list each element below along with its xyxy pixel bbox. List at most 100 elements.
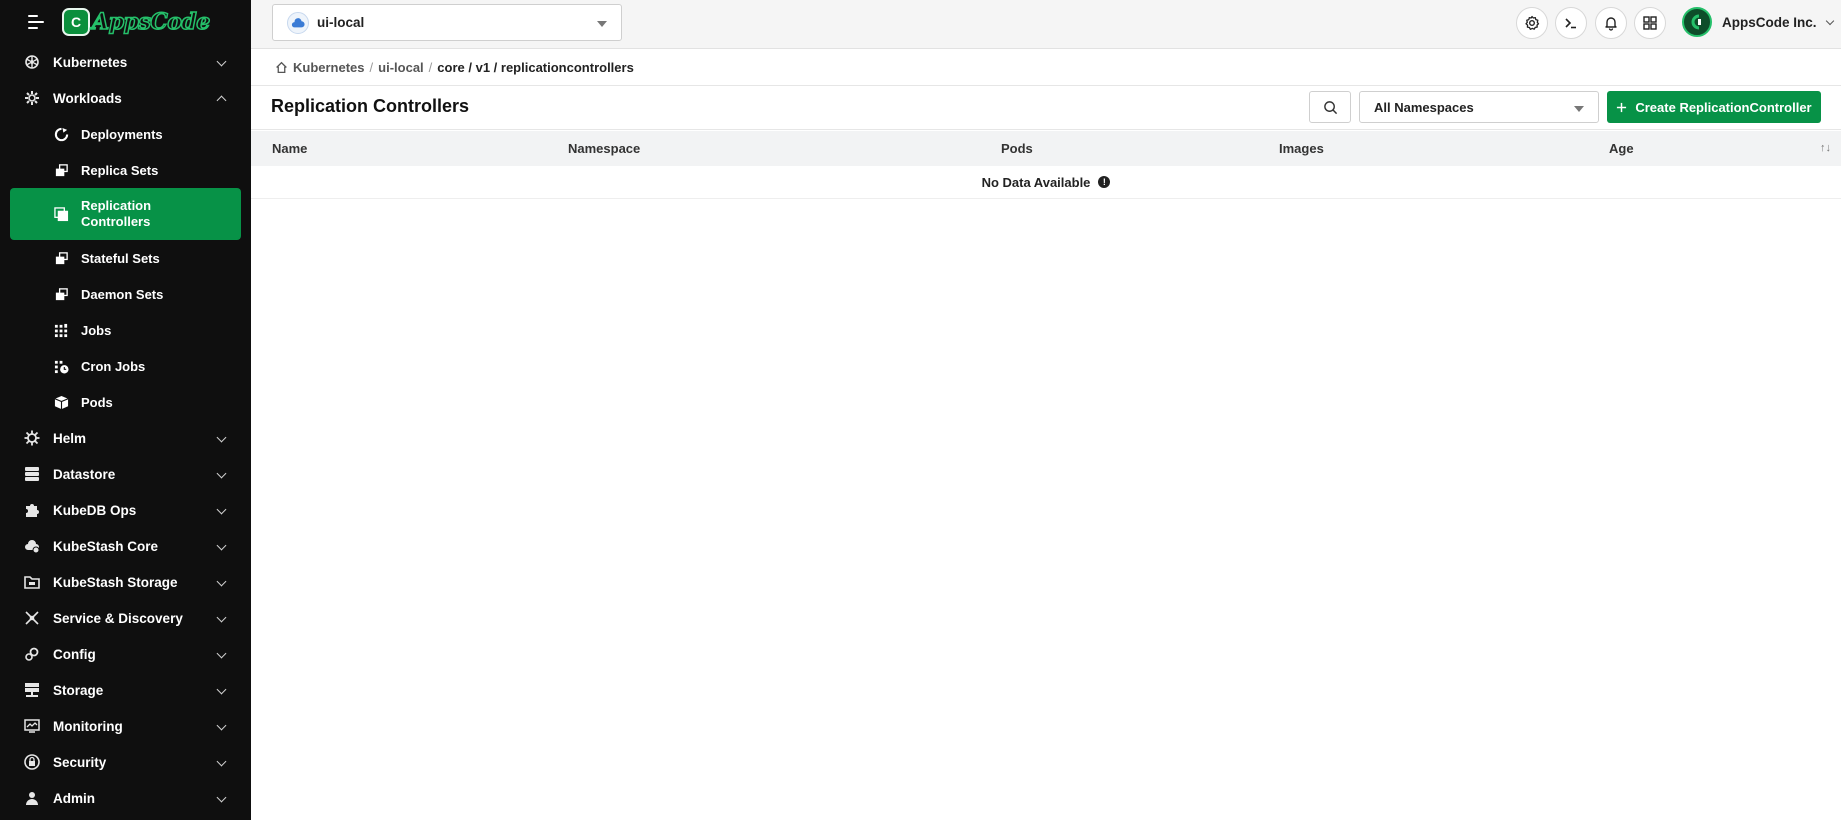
sidebar-group-helm[interactable]: Helm	[0, 420, 251, 456]
helm-icon	[24, 430, 40, 446]
breadcrumb-kubernetes[interactable]: Kubernetes	[293, 60, 365, 75]
caret-down-icon	[597, 21, 607, 27]
sidebar-group-monitoring[interactable]: Monitoring	[0, 708, 251, 744]
notifications-button[interactable]	[1595, 7, 1627, 39]
namespace-select-value: All Namespaces	[1374, 99, 1474, 115]
search-icon	[1323, 100, 1337, 114]
sidebar-group-label: Workloads	[53, 90, 122, 106]
folder-icon	[24, 574, 40, 590]
datastore-icon	[24, 466, 40, 482]
sidebar-group-label: Datastore	[53, 466, 116, 482]
chevron-down-icon	[216, 720, 227, 731]
sidebar-item-daemon-sets[interactable]: Daemon Sets	[0, 276, 251, 312]
breadcrumb-current: core / v1 / replicationcontrollers	[437, 59, 634, 75]
terminal-button[interactable]	[1555, 7, 1587, 39]
sidebar-group-service-discovery[interactable]: Service & Discovery	[0, 600, 251, 636]
chevron-down-icon	[216, 684, 227, 695]
sidebar-group-label: Config	[53, 646, 96, 662]
home-icon[interactable]	[275, 61, 288, 74]
namespace-select[interactable]: All Namespaces	[1359, 91, 1599, 123]
sidebar-item-jobs[interactable]: Jobs	[0, 312, 251, 348]
storage-icon	[24, 682, 40, 698]
chevron-down-icon	[216, 432, 227, 443]
bell-icon	[1605, 17, 1617, 31]
settings-button[interactable]	[1516, 7, 1548, 39]
sidebar-item-pods[interactable]: Pods	[0, 384, 251, 420]
column-header-pods[interactable]: Pods	[1001, 141, 1033, 156]
statefulset-icon	[53, 250, 69, 266]
jobs-icon	[53, 322, 69, 338]
cluster-selector[interactable]: ui-local	[272, 4, 622, 41]
pods-icon	[53, 394, 69, 410]
column-header-namespace[interactable]: Namespace	[568, 141, 640, 156]
chevron-down-icon	[216, 540, 227, 551]
sidebar-item-cron-jobs[interactable]: Cron Jobs	[0, 348, 251, 384]
sidebar-group-label: Admin	[53, 790, 95, 806]
sidebar: C AppsCode Kubernetes Workloads Deployme…	[0, 0, 251, 820]
create-replicationcontroller-button[interactable]: Create ReplicationController	[1607, 91, 1821, 123]
chevron-down-icon	[216, 792, 227, 803]
breadcrumb: Kubernetes / ui-local / core / v1 / repl…	[251, 49, 1841, 86]
sidebar-group-label: Monitoring	[53, 718, 123, 734]
cloud-icon	[287, 11, 309, 34]
appscode-logo[interactable]: C AppsCode	[62, 8, 211, 36]
sidebar-item-label: Pods	[81, 394, 113, 410]
sidebar-group-label: Helm	[53, 430, 87, 446]
sidebar-group-label: Kubernetes	[53, 54, 128, 70]
column-header-age[interactable]: Age	[1609, 141, 1634, 156]
caret-down-icon	[1574, 106, 1584, 112]
apps-button[interactable]	[1634, 7, 1666, 39]
monitoring-icon	[24, 718, 40, 734]
chevron-down-icon	[1825, 16, 1834, 25]
sidebar-item-deployments[interactable]: Deployments	[0, 116, 251, 152]
chevron-down-icon	[216, 756, 227, 767]
sidebar-item-label: Replication Controllers	[81, 198, 152, 229]
chevron-up-icon	[216, 95, 227, 106]
sidebar-group-storage[interactable]: Storage	[0, 672, 251, 708]
sidebar-group-workloads[interactable]: Workloads	[0, 80, 251, 116]
daemonset-icon	[53, 286, 69, 302]
sidebar-item-replica-sets[interactable]: Replica Sets	[0, 152, 251, 188]
menu-toggle-icon[interactable]	[28, 15, 46, 29]
kubernetes-icon	[24, 54, 40, 70]
sidebar-group-label: KubeDB Ops	[53, 502, 137, 518]
sidebar-item-replication-controllers[interactable]: Replication Controllers	[10, 188, 241, 240]
apps-grid-icon	[1643, 16, 1657, 30]
breadcrumb-separator: /	[428, 59, 433, 75]
lock-icon	[24, 754, 40, 770]
kubestash-core-icon	[24, 538, 40, 554]
page-header: Replication Controllers All Namespaces C…	[251, 86, 1841, 130]
sidebar-group-label: KubeStash Storage	[53, 574, 178, 590]
service-discovery-icon	[24, 610, 40, 626]
sidebar-group-config[interactable]: Config	[0, 636, 251, 672]
logo-text: AppsCode	[91, 8, 211, 36]
sidebar-group-label: KubeStash Core	[53, 538, 159, 554]
breadcrumb-cluster[interactable]: ui-local	[378, 60, 424, 75]
sidebar-group-kubernetes[interactable]: Kubernetes	[0, 44, 251, 80]
sidebar-group-admin[interactable]: Admin	[0, 780, 251, 816]
organization-menu[interactable]: AppsCode Inc.	[1682, 7, 1834, 37]
sidebar-item-label: Jobs	[81, 322, 112, 338]
sidebar-group-datastore[interactable]: Datastore	[0, 456, 251, 492]
cronjobs-icon	[53, 358, 69, 374]
sidebar-group-kubedb-ops[interactable]: KubeDB Ops	[0, 492, 251, 528]
sidebar-group-label: Service & Discovery	[53, 610, 183, 626]
sort-icon[interactable]: ↑↓	[1820, 142, 1831, 154]
chevron-down-icon	[216, 468, 227, 479]
empty-state-message: No Data Available	[981, 174, 1091, 190]
workloads-icon	[24, 90, 40, 106]
info-icon[interactable]: !	[1098, 176, 1111, 188]
chevron-down-icon	[216, 576, 227, 587]
column-header-images[interactable]: Images	[1279, 141, 1324, 156]
sidebar-group-security[interactable]: Security	[0, 744, 251, 780]
logo-mark: C	[62, 8, 90, 36]
sidebar-item-label: Daemon Sets	[81, 286, 164, 302]
sidebar-group-label: Storage	[53, 682, 104, 698]
sidebar-group-kubestash-storage[interactable]: KubeStash Storage	[0, 564, 251, 600]
column-header-name[interactable]: Name	[272, 141, 307, 156]
sidebar-group-kubestash-core[interactable]: KubeStash Core	[0, 528, 251, 564]
sidebar-item-label: Replica Sets	[81, 162, 159, 178]
search-button[interactable]	[1309, 91, 1351, 123]
sidebar-item-stateful-sets[interactable]: Stateful Sets	[0, 240, 251, 276]
deployment-icon	[53, 126, 69, 142]
